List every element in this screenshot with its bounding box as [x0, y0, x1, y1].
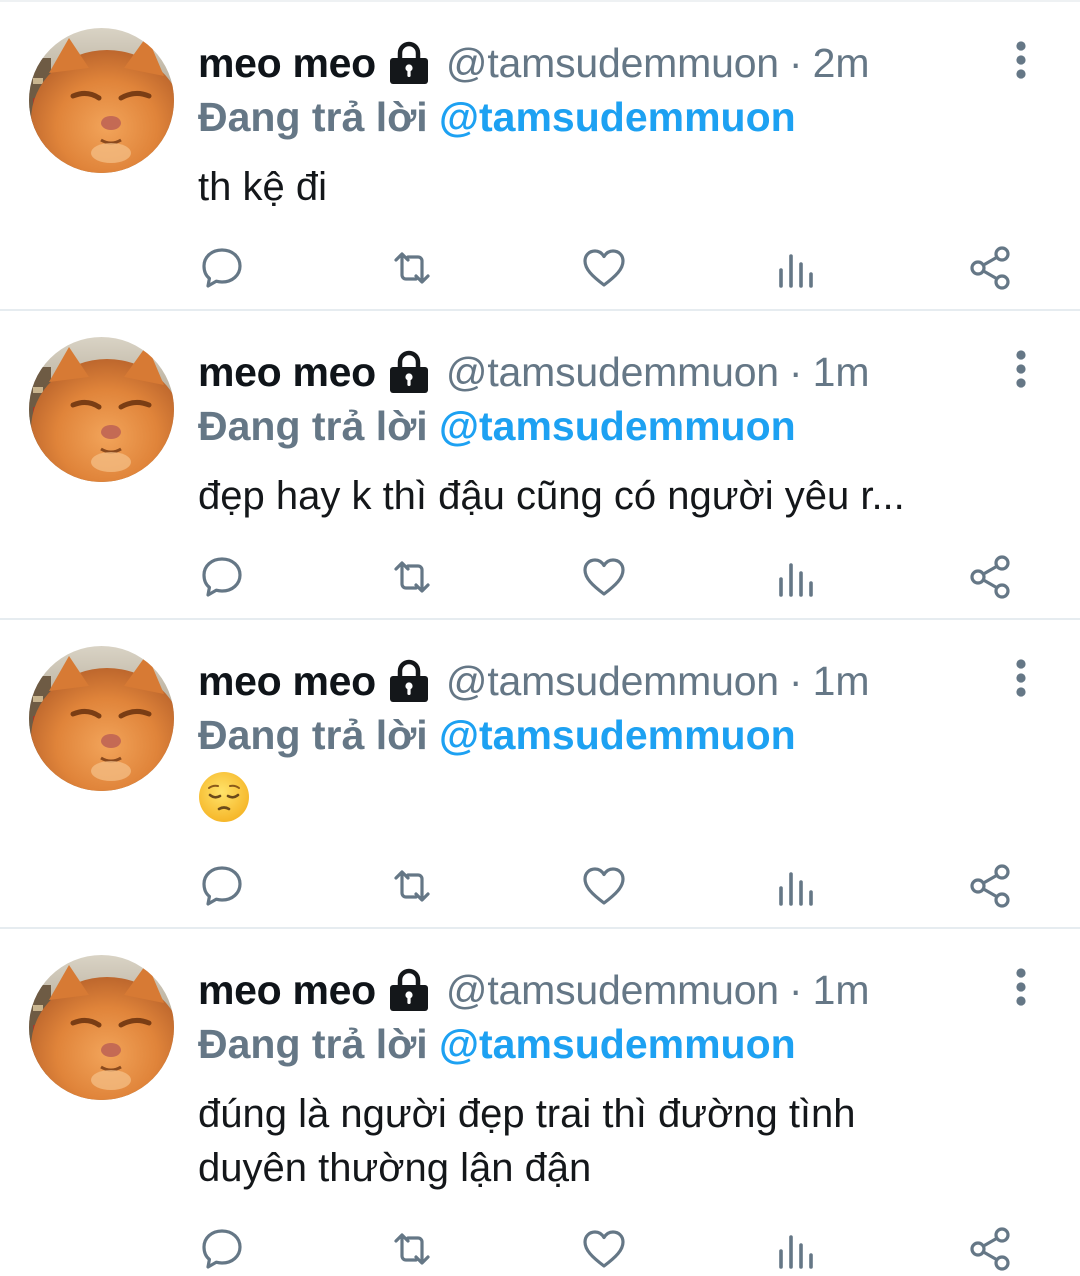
display-name[interactable]: meo meo — [198, 654, 376, 708]
tweet-actions — [0, 553, 1080, 603]
tweet[interactable]: meo meo @tamsudemmuon · 1m Đang trả lời … — [0, 927, 1080, 1263]
user-handle: @tamsudemmuon — [445, 349, 779, 395]
analytics-icon[interactable] — [772, 862, 820, 910]
avatar[interactable] — [29, 337, 174, 482]
tweet-header: meo meo @tamsudemmuon · 1m — [198, 963, 870, 1017]
mention-link[interactable]: @tamsudemmuon — [439, 712, 796, 758]
more-vertical-icon[interactable] — [1004, 967, 1038, 1007]
retweet-icon[interactable] — [388, 244, 436, 292]
tweet[interactable]: meo meo @tamsudemmuon · 2m Đang trả lời … — [0, 0, 1080, 309]
lock-icon — [388, 350, 430, 394]
replying-to: Đang trả lời @tamsudemmuon — [198, 399, 796, 453]
user-handle: @tamsudemmuon — [445, 40, 779, 86]
pensive-face-icon — [198, 771, 250, 823]
lock-icon — [388, 968, 430, 1012]
tweet-header: meo meo @tamsudemmuon · 1m — [198, 345, 870, 399]
replying-to-label: Đang trả lời — [198, 403, 428, 449]
like-icon[interactable] — [580, 553, 628, 601]
user-handle: @tamsudemmuon — [445, 967, 779, 1013]
display-name[interactable]: meo meo — [198, 963, 376, 1017]
more-vertical-icon[interactable] — [1004, 349, 1038, 389]
tweet-text: th kệ đi — [198, 165, 327, 209]
tweet-actions — [0, 862, 1080, 912]
tweet-header: meo meo @tamsudemmuon · 2m — [198, 36, 870, 90]
more-vertical-icon[interactable] — [1004, 40, 1038, 80]
analytics-icon[interactable] — [772, 553, 820, 601]
retweet-icon[interactable] — [388, 862, 436, 910]
avatar[interactable] — [29, 955, 174, 1100]
lock-icon — [388, 41, 430, 85]
mention-link[interactable]: @tamsudemmuon — [439, 94, 796, 140]
replying-to-label: Đang trả lời — [198, 94, 428, 140]
reply-icon[interactable] — [198, 862, 246, 910]
separator: · — [788, 349, 803, 395]
tweet-text: đúng là người đẹp trai thì đường tình du… — [198, 1092, 856, 1190]
reply-icon[interactable] — [198, 553, 246, 601]
tweet[interactable]: meo meo @tamsudemmuon · 1m Đang trả lời … — [0, 618, 1080, 927]
retweet-icon[interactable] — [388, 1225, 436, 1273]
user-handle: @tamsudemmuon — [445, 658, 779, 704]
mention-link[interactable]: @tamsudemmuon — [439, 1021, 796, 1067]
like-icon[interactable] — [580, 1225, 628, 1273]
separator: · — [788, 658, 803, 704]
display-name[interactable]: meo meo — [198, 36, 376, 90]
lock-icon — [388, 659, 430, 703]
like-icon[interactable] — [580, 862, 628, 910]
tweet-feed: meo meo @tamsudemmuon · 2m Đang trả lời … — [0, 0, 1080, 1263]
replying-to: Đang trả lời @tamsudemmuon — [198, 1017, 796, 1071]
timestamp[interactable]: 2m — [813, 36, 870, 90]
tweet-actions — [0, 244, 1080, 294]
like-icon[interactable] — [580, 244, 628, 292]
tweet-header: meo meo @tamsudemmuon · 1m — [198, 654, 870, 708]
timestamp[interactable]: 1m — [813, 963, 870, 1017]
avatar[interactable] — [29, 646, 174, 791]
mention-link[interactable]: @tamsudemmuon — [439, 403, 796, 449]
share-icon[interactable] — [966, 553, 1014, 601]
replying-to: Đang trả lời @tamsudemmuon — [198, 708, 796, 762]
display-name[interactable]: meo meo — [198, 345, 376, 399]
avatar[interactable] — [29, 28, 174, 173]
tweet-actions — [0, 1225, 1080, 1275]
replying-to-label: Đang trả lời — [198, 1021, 428, 1067]
more-vertical-icon[interactable] — [1004, 658, 1038, 698]
share-icon[interactable] — [966, 1225, 1014, 1273]
timestamp[interactable]: 1m — [813, 654, 870, 708]
analytics-icon[interactable] — [772, 244, 820, 292]
tweet-text: đẹp hay k thì đậu cũng có người yêu r... — [198, 474, 905, 518]
tweet[interactable]: meo meo @tamsudemmuon · 1m Đang trả lời … — [0, 309, 1080, 618]
timestamp[interactable]: 1m — [813, 345, 870, 399]
share-icon[interactable] — [966, 862, 1014, 910]
replying-to-label: Đang trả lời — [198, 712, 428, 758]
share-icon[interactable] — [966, 244, 1014, 292]
separator: · — [788, 967, 803, 1013]
retweet-icon[interactable] — [388, 553, 436, 601]
replying-to: Đang trả lời @tamsudemmuon — [198, 90, 796, 144]
reply-icon[interactable] — [198, 1225, 246, 1273]
reply-icon[interactable] — [198, 244, 246, 292]
analytics-icon[interactable] — [772, 1225, 820, 1273]
separator: · — [788, 40, 803, 86]
